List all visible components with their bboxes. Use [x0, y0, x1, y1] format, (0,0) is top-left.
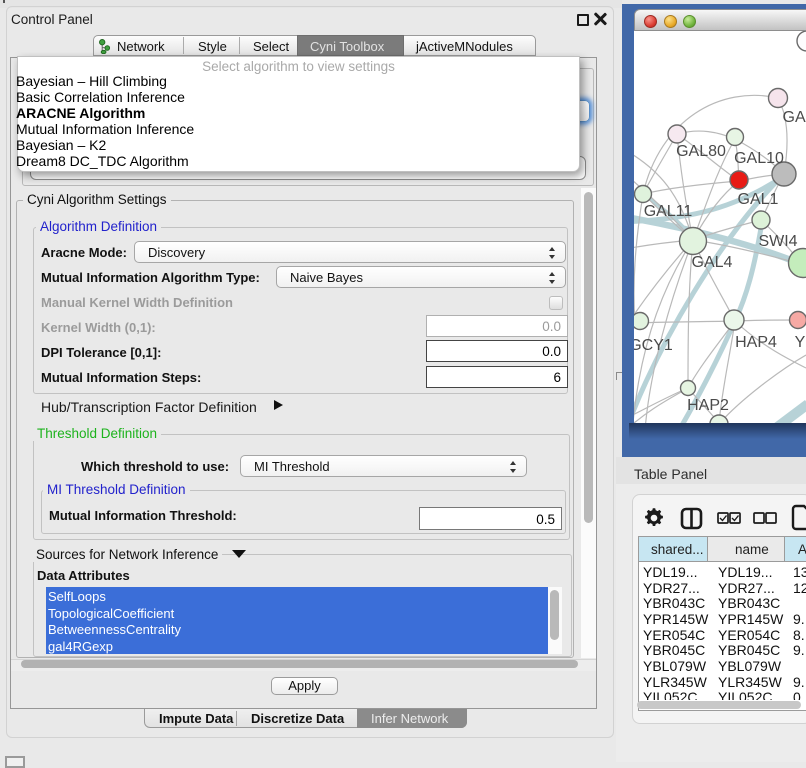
svg-text:GAL1: GAL1	[738, 191, 779, 208]
svg-text:GAL10: GAL10	[734, 150, 784, 167]
svg-text:HAP4: HAP4	[735, 334, 777, 351]
svg-text:HAP2: HAP2	[687, 397, 729, 414]
svg-text:GAL80: GAL80	[676, 143, 726, 160]
svg-text:GCY1: GCY1	[634, 337, 673, 354]
svg-text:GAL4: GAL4	[692, 254, 733, 271]
svg-text:GAL7: GAL7	[783, 109, 806, 126]
svg-text:Y: Y	[795, 334, 806, 351]
svg-text:SWI4: SWI4	[758, 233, 797, 250]
svg-text:GAL11: GAL11	[644, 203, 693, 220]
